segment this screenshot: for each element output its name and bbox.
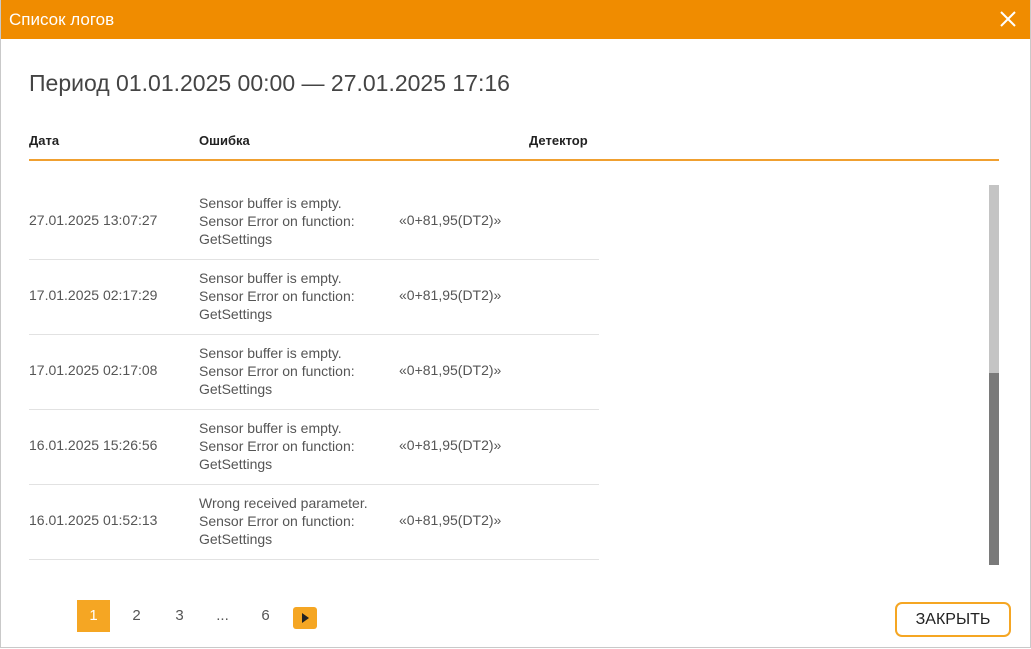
row-error-line: Sensor Error on function: [199, 213, 355, 229]
table-row: 16.01.2025 15:26:56 Sensor buffer is emp… [29, 410, 599, 485]
dialog-titlebar: Список логов [1, 0, 1030, 39]
page-button-6[interactable]: 6 [249, 600, 282, 632]
row-error-line: Sensor Error on function: [199, 288, 355, 304]
close-icon[interactable] [996, 7, 1020, 31]
log-table-body: 27.01.2025 13:07:27 Sensor buffer is emp… [29, 185, 599, 560]
column-header-error: Ошибка [199, 133, 250, 148]
row-error-line: Sensor Error on function: [199, 513, 355, 529]
row-error: Sensor buffer is empty. Sensor Error on … [199, 419, 399, 473]
table-header: Дата Ошибка Детектор [29, 130, 999, 161]
row-error: Sensor buffer is empty. Sensor Error on … [199, 269, 399, 323]
row-detector: «0+81,95(DT2)» [399, 437, 502, 453]
row-error: Sensor buffer is empty. Sensor Error on … [199, 194, 399, 248]
column-header-detector: Детектор [529, 133, 588, 148]
row-date: 17.01.2025 02:17:08 [29, 362, 158, 378]
log-list-dialog: Список логов Период 01.01.2025 00:00 — 2… [0, 0, 1031, 648]
page-button-3[interactable]: 3 [163, 600, 196, 632]
row-detector: «0+81,95(DT2)» [399, 212, 502, 228]
row-date: 17.01.2025 02:17:29 [29, 287, 158, 303]
row-error: Sensor buffer is empty. Sensor Error on … [199, 344, 399, 398]
row-error-line: GetSettings [199, 306, 273, 322]
chevron-right-icon[interactable] [293, 607, 317, 629]
period-title: Период 01.01.2025 00:00 — 27.01.2025 17:… [29, 70, 510, 96]
row-error-line: Sensor Error on function: [199, 438, 355, 454]
page-button-1[interactable]: 1 [77, 600, 110, 632]
dialog-title: Список логов [9, 9, 115, 29]
table-row: 17.01.2025 02:17:08 Sensor buffer is emp… [29, 335, 599, 410]
table-row: 27.01.2025 13:07:27 Sensor buffer is emp… [29, 185, 599, 260]
row-error-line: Sensor buffer is empty. [199, 345, 342, 361]
scrollbar-track[interactable] [989, 185, 999, 565]
row-error-line: Sensor buffer is empty. [199, 420, 342, 436]
row-error-line: Sensor buffer is empty. [199, 270, 342, 286]
row-error-line: GetSettings [199, 381, 273, 397]
row-date: 16.01.2025 01:52:13 [29, 512, 158, 528]
row-detector: «0+81,95(DT2)» [399, 287, 502, 303]
table-row: 17.01.2025 02:17:29 Sensor buffer is emp… [29, 260, 599, 335]
row-error-line: GetSettings [199, 231, 273, 247]
column-header-date: Дата [29, 133, 60, 148]
row-error: Wrong received parameter. Sensor Error o… [199, 494, 399, 548]
row-error-line: Wrong received parameter. [199, 495, 368, 511]
row-error-line: Sensor buffer is empty. [199, 195, 342, 211]
table-row: 16.01.2025 01:52:13 Wrong received param… [29, 485, 599, 560]
scrollbar-thumb[interactable] [989, 373, 999, 565]
close-button[interactable]: ЗАКРЫТЬ [895, 602, 1011, 637]
page-button-2[interactable]: 2 [120, 600, 153, 632]
row-date: 16.01.2025 15:26:56 [29, 437, 158, 453]
row-detector: «0+81,95(DT2)» [399, 362, 502, 378]
page-ellipsis: ... [216, 607, 229, 624]
row-date: 27.01.2025 13:07:27 [29, 212, 158, 228]
row-error-line: GetSettings [199, 531, 273, 547]
row-detector: «0+81,95(DT2)» [399, 512, 502, 528]
row-error-line: Sensor Error on function: [199, 363, 355, 379]
row-error-line: GetSettings [199, 456, 273, 472]
